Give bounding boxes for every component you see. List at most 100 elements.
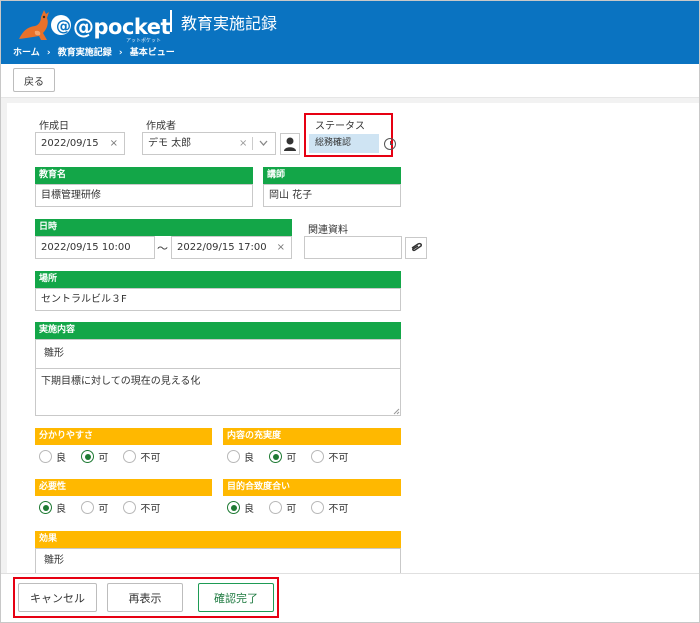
app-window: @ @pocket アットポケット 教育実施記録 ホーム › 教育実施記録 › … bbox=[0, 0, 700, 623]
confirm-button[interactable]: 確認完了 bbox=[198, 583, 274, 612]
person-icon bbox=[284, 137, 296, 151]
logo-text: @pocket bbox=[73, 15, 171, 39]
clarity-option-good[interactable]: 良 bbox=[39, 449, 66, 464]
radio-checked-icon bbox=[227, 501, 240, 514]
datetime-separator: 〜 bbox=[157, 242, 168, 255]
location-field[interactable]: セントラルビル３F bbox=[35, 288, 401, 311]
radio-checked-icon bbox=[269, 450, 283, 463]
breadcrumb-separator: › bbox=[46, 48, 51, 58]
option-label: 可 bbox=[286, 504, 297, 515]
radio-circle-icon bbox=[227, 450, 240, 463]
content-label: 内容の充実度 bbox=[223, 428, 401, 445]
breadcrumb-view: 基本ビュー bbox=[129, 48, 175, 58]
course-field[interactable]: 目標管理研修 bbox=[35, 184, 253, 207]
radio-circle-icon bbox=[311, 450, 325, 463]
back-button[interactable]: 戻る bbox=[13, 68, 55, 92]
option-label: 可 bbox=[98, 453, 109, 464]
radio-circle-icon bbox=[123, 501, 137, 514]
goal-option-ok[interactable]: 可 bbox=[269, 500, 296, 515]
paperclip-icon bbox=[411, 242, 422, 252]
breadcrumb-app[interactable]: 教育実施記録 bbox=[58, 48, 112, 58]
creator-select[interactable]: デモ 太郎 × bbox=[142, 132, 276, 155]
created-date-value: 2022/09/15 bbox=[41, 138, 99, 149]
clarity-option-ok[interactable]: 可 bbox=[81, 449, 108, 464]
datetime-end-value: 2022/09/15 17:00 bbox=[177, 242, 267, 253]
option-label: 不可 bbox=[140, 504, 161, 515]
user-picker-button[interactable] bbox=[280, 133, 300, 155]
logo-subtext: アットポケット bbox=[126, 38, 162, 44]
option-label: 良 bbox=[244, 504, 254, 515]
radio-circle-icon bbox=[39, 450, 52, 463]
related-docs-field[interactable] bbox=[304, 236, 402, 259]
reload-button[interactable]: 再表示 bbox=[107, 583, 183, 612]
status-value: 総務確認 bbox=[309, 134, 379, 153]
created-date-field[interactable]: 2022/09/15 × bbox=[35, 132, 125, 155]
clear-icon[interactable]: × bbox=[277, 237, 285, 258]
effect-field[interactable]: 雛形 bbox=[35, 548, 401, 573]
effect-label: 効果 bbox=[35, 531, 401, 548]
option-label: 良 bbox=[56, 504, 66, 515]
course-label: 教育名 bbox=[35, 167, 253, 184]
app-header: @ @pocket アットポケット 教育実施記録 ホーム › 教育実施記録 › … bbox=[1, 1, 699, 64]
details-body-textarea[interactable]: 下期目標に対しての現在の見える化 bbox=[35, 368, 401, 416]
history-clock-icon[interactable] bbox=[384, 138, 396, 150]
option-label: 良 bbox=[56, 453, 66, 464]
radio-circle-icon bbox=[123, 450, 137, 463]
option-label: 不可 bbox=[328, 504, 349, 515]
option-label: 可 bbox=[98, 504, 109, 515]
content-option-ok[interactable]: 可 bbox=[269, 449, 296, 464]
clear-icon[interactable]: × bbox=[110, 133, 118, 154]
necessity-option-bad[interactable]: 不可 bbox=[123, 500, 160, 515]
datetime-end-field[interactable]: 2022/09/15 17:00 × bbox=[171, 236, 292, 259]
chevron-down-icon[interactable] bbox=[259, 140, 268, 147]
location-label: 場所 bbox=[35, 271, 401, 288]
option-label: 不可 bbox=[328, 453, 349, 464]
clear-icon[interactable]: × bbox=[239, 133, 247, 154]
goal-label: 目的合致度合い bbox=[223, 479, 401, 496]
created-date-label: 作成日 bbox=[39, 121, 69, 132]
breadcrumb-separator: › bbox=[118, 48, 123, 58]
goal-option-bad[interactable]: 不可 bbox=[311, 500, 348, 515]
status-label: ステータス bbox=[315, 121, 365, 132]
content-option-bad[interactable]: 不可 bbox=[311, 449, 348, 464]
breadcrumb-home[interactable]: ホーム bbox=[13, 48, 40, 58]
content-radio-group: 良 可 不可 bbox=[227, 449, 360, 467]
resize-handle-icon[interactable] bbox=[393, 408, 400, 415]
svg-text:@: @ bbox=[56, 17, 71, 35]
instructor-field[interactable]: 岡山 花子 bbox=[263, 184, 401, 207]
breadcrumb: ホーム › 教育実施記録 › 基本ビュー bbox=[13, 45, 179, 58]
clarity-option-bad[interactable]: 不可 bbox=[123, 449, 160, 464]
cancel-button[interactable]: キャンセル bbox=[18, 583, 97, 612]
related-docs-label: 関連資料 bbox=[308, 225, 348, 236]
toolbar: 戻る bbox=[1, 64, 699, 98]
necessity-label: 必要性 bbox=[35, 479, 212, 496]
necessity-option-ok[interactable]: 可 bbox=[81, 500, 108, 515]
header-divider bbox=[170, 10, 172, 32]
app-logo[interactable]: @ @pocket アットポケット bbox=[13, 5, 171, 44]
radio-circle-icon bbox=[81, 501, 95, 514]
option-label: 可 bbox=[286, 453, 297, 464]
creator-value: デモ 太郎 bbox=[148, 138, 192, 149]
necessity-option-good[interactable]: 良 bbox=[39, 500, 66, 515]
select-divider bbox=[252, 137, 253, 150]
goal-option-good[interactable]: 良 bbox=[227, 500, 254, 515]
goal-radio-group: 良 可 不可 bbox=[227, 500, 360, 518]
datetime-start-field[interactable]: 2022/09/15 10:00 bbox=[35, 236, 155, 259]
kangaroo-logo-icon: @ bbox=[19, 10, 71, 40]
necessity-radio-group: 良 可 不可 bbox=[39, 500, 172, 518]
instructor-label: 講師 bbox=[263, 167, 401, 184]
radio-circle-icon bbox=[269, 501, 283, 514]
option-label: 不可 bbox=[140, 453, 161, 464]
details-template-field[interactable]: 雛形 bbox=[35, 339, 401, 369]
attach-button[interactable] bbox=[405, 237, 427, 259]
clarity-radio-group: 良 可 不可 bbox=[39, 449, 172, 467]
page-title: 教育実施記録 bbox=[181, 14, 278, 33]
option-label: 良 bbox=[244, 453, 254, 464]
creator-label: 作成者 bbox=[146, 121, 176, 132]
datetime-label: 日時 bbox=[35, 219, 292, 236]
radio-checked-icon bbox=[81, 450, 95, 463]
content-option-good[interactable]: 良 bbox=[227, 449, 254, 464]
radio-checked-icon bbox=[39, 501, 52, 514]
clarity-label: 分かりやすさ bbox=[35, 428, 212, 445]
details-label: 実施内容 bbox=[35, 322, 401, 339]
